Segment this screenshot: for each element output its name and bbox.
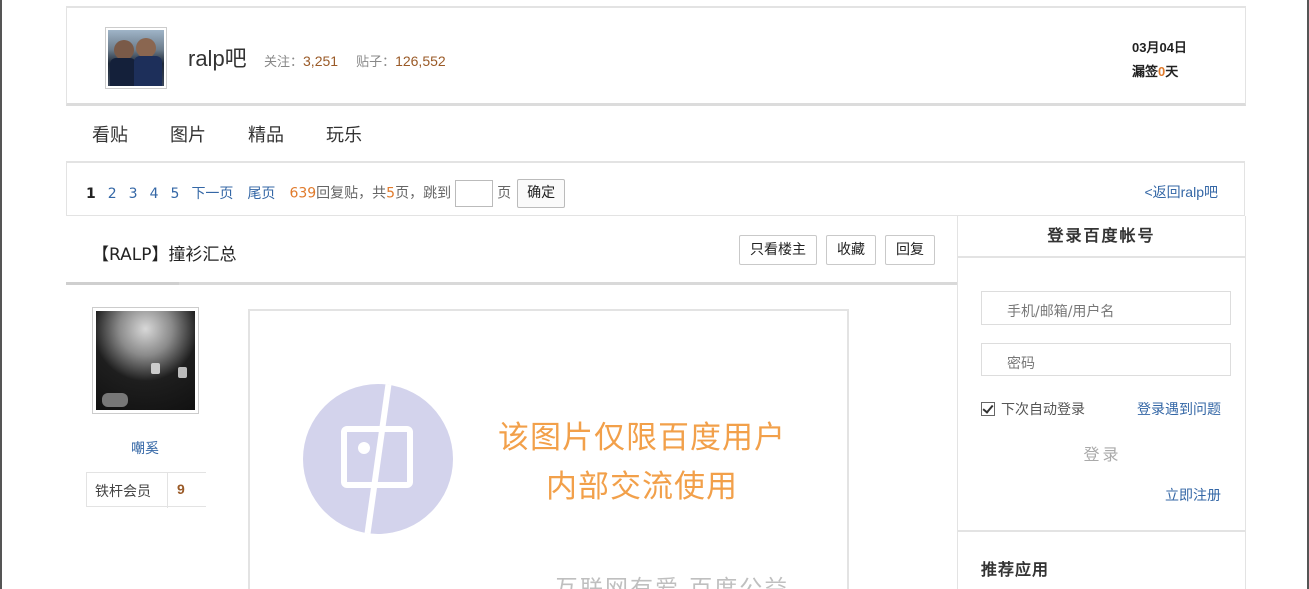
login-problem-link[interactable]: 登录遇到问题 [1137,399,1221,419]
sign-missed-suffix: 天 [1165,64,1179,79]
tab-posts[interactable]: 看贴 [92,121,128,147]
reply-button[interactable]: 回复 [885,235,935,265]
level-number: 9 [177,481,185,497]
username-input[interactable]: 手机/邮箱/用户名 [981,291,1231,325]
login-button[interactable]: 登录 [958,441,1247,465]
tab-pictures[interactable]: 图片 [170,121,206,147]
reply-count: 639 [289,185,317,202]
password-input[interactable]: 密码 [981,343,1231,376]
author-level: 铁杆会员 9 [86,472,206,508]
placeholder-footer: 互联网有爱 百度公益 [555,576,790,589]
page-wrapper: ralp吧 关注：3,251 贴子：126,552 03月04日 漏签0天 看贴 图… [66,0,1246,589]
placeholder-line-1: 该图片仅限百度用户 [498,420,786,456]
author-avatar[interactable] [92,307,199,414]
last-page-link[interactable]: 尾页 [247,186,275,202]
login-title: 登录百度帐号 [958,216,1245,258]
sign-date: 03月04日 [1132,40,1187,55]
forum-header: ralp吧 关注：3,251 贴子：126,552 03月04日 漏签0天 [66,6,1246,106]
window-left-border [0,0,2,589]
jump-page-input[interactable] [455,180,494,207]
posts-count: 126,552 [395,53,446,69]
level-name: 铁杆会员 [95,484,151,500]
page-link-2[interactable]: 2 [108,186,117,202]
forum-avatar-image [108,30,164,86]
remember-label: 下次自动登录 [1001,402,1085,418]
page-link-3[interactable]: 3 [129,186,138,202]
remember-checkbox[interactable] [981,402,995,416]
sign-missed-prefix: 漏签 [1132,64,1159,79]
back-to-forum-link[interactable]: <返回ralp吧 [1144,182,1218,202]
recommend-divider [958,530,1246,532]
page-link-4[interactable]: 4 [150,186,159,202]
forum-avatar[interactable] [105,27,167,89]
sign-in-widget[interactable]: 03月04日 漏签0天 [1132,36,1187,84]
username-placeholder: 手机/邮箱/用户名 [1007,304,1115,320]
tab-featured[interactable]: 精品 [248,121,284,147]
post-image-placeholder[interactable]: 该图片仅限百度用户 内部交流使用 互联网有爱 百度公益 [248,309,849,589]
total-pages: 5 [386,185,396,202]
next-page-link[interactable]: 下一页 [191,186,233,202]
forum-nav: 看贴 图片 精品 玩乐 [92,121,404,151]
title-divider [66,282,957,285]
author-name[interactable]: 嘲奚 [131,438,159,458]
page-link-5[interactable]: 5 [171,186,180,202]
forum-stats: 关注：3,251 贴子：126,552 [264,51,446,70]
posts-label: 贴子： [356,55,396,70]
pager: 1 2 3 4 5 下一页 尾页 639回复贴，共5页，跳到页确定 [86,179,566,208]
follow-count: 3,251 [303,53,339,69]
thread-actions: 只看楼主 收藏 回复 [739,235,944,265]
jump-text: 页，跳到 [395,185,452,202]
favorite-button[interactable]: 收藏 [826,235,876,265]
reply-text: 回复贴，共 [316,185,387,202]
recommend-title: 推荐应用 [981,560,1050,579]
login-panel: 登录百度帐号 手机/邮箱/用户名 密码 下次自动登录 登录遇到问题 登录 立即注… [957,216,1246,589]
page-unit: 页 [497,185,512,202]
thread-title: 【RALP】撞衫汇总 [92,245,237,265]
page-current: 1 [86,185,96,202]
forum-name[interactable]: ralp吧 [188,41,247,73]
placeholder-line-2: 内部交流使用 [546,469,738,505]
author-avatar-image [96,311,195,410]
placeholder-message: 该图片仅限百度用户 内部交流使用 [498,414,786,512]
tab-fun[interactable]: 玩乐 [326,121,362,147]
password-placeholder: 密码 [1007,356,1035,372]
broken-image-icon [303,384,453,534]
jump-confirm-button[interactable]: 确定 [517,179,566,208]
follow-label: 关注： [264,55,304,70]
pager-bar: 1 2 3 4 5 下一页 尾页 639回复贴，共5页，跳到页确定 <返回ralp吧 [66,161,1245,216]
sign-missed: 漏签0天 [1132,60,1187,84]
register-link[interactable]: 立即注册 [1165,485,1221,505]
remember-me[interactable]: 下次自动登录 [981,399,1085,419]
only-op-button[interactable]: 只看楼主 [739,235,817,265]
